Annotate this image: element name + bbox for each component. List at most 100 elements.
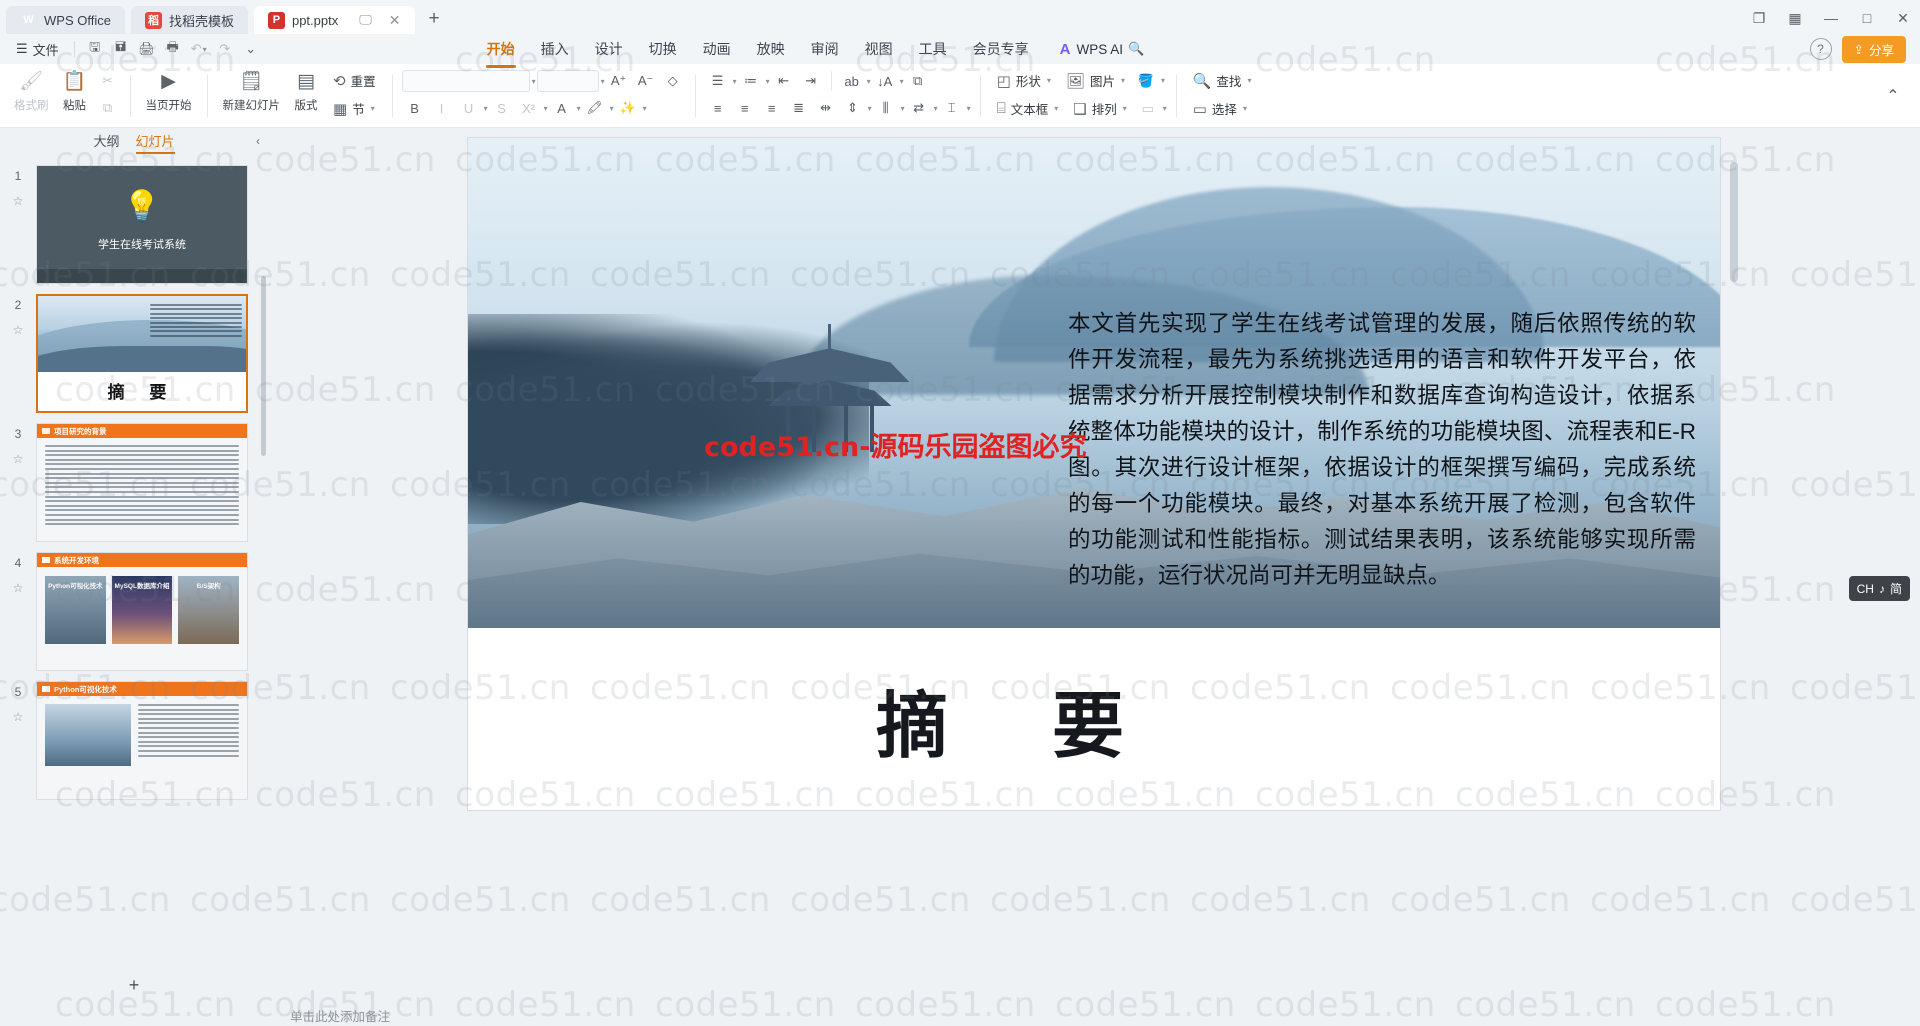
print-icon[interactable]: 🖨	[134, 38, 160, 60]
save-as-icon[interactable]: 🖬	[108, 38, 134, 60]
bold-button[interactable]: B	[402, 96, 428, 120]
underline-button[interactable]: U	[456, 96, 482, 120]
italic-button[interactable]: I	[429, 96, 455, 120]
star-icon[interactable]: ☆	[13, 452, 24, 466]
sort-icon[interactable]: ↓A	[872, 69, 898, 93]
slide-title[interactable]: 摘 要	[876, 667, 1166, 772]
window-tab-ppt-pptx[interactable]: P ppt.pptx 🖵 ✕	[253, 6, 415, 34]
section-button[interactable]: ▦ 节 ▾	[326, 96, 383, 121]
numbered-list-icon[interactable]: ≔	[738, 69, 764, 93]
ribbon-tab-tools[interactable]: 工具	[906, 35, 960, 64]
decrease-indent-icon[interactable]: ⇤	[771, 69, 797, 93]
font-color-icon[interactable]: A	[549, 96, 575, 120]
star-icon[interactable]: ☆	[13, 710, 24, 724]
app-grid-icon[interactable]: ▦	[1778, 5, 1812, 31]
notes-pane[interactable]: 单击此处添加备注	[0, 1000, 1920, 1026]
thumbnail-canvas[interactable]: 项目研究的背景	[36, 423, 248, 542]
slide-canvas[interactable]: 本文首先实现了学生在线考试管理的发展，随后依照传统的软件开发流程，最先为系统挑选…	[468, 138, 1720, 810]
ribbon-collapse-icon[interactable]: ⌃	[1880, 85, 1906, 107]
ribbon-tab-design[interactable]: 设计	[582, 35, 636, 64]
thumbnail-canvas[interactable]: 💡 学生在线考试系统	[36, 165, 248, 284]
distribute-icon[interactable]: ⇹	[813, 96, 839, 120]
fill-color-icon[interactable]: 🪣	[1133, 69, 1159, 93]
new-tab-button[interactable]: +	[421, 8, 450, 34]
collapse-panel-icon[interactable]: ‹	[256, 134, 260, 148]
wps-ai-button[interactable]: A WPS AI	[1060, 41, 1123, 58]
picture-button[interactable]: 🖼 图片 ▾	[1059, 68, 1132, 93]
thumbnail-canvas-selected[interactable]: 摘 要	[36, 294, 248, 413]
search-icon[interactable]: 🔍	[1123, 38, 1149, 60]
slide-body-text[interactable]: 本文首先实现了学生在线考试管理的发展，随后依照传统的软件开发流程，最先为系统挑选…	[1068, 306, 1696, 594]
copy-icon[interactable]: ⧉	[95, 96, 121, 120]
align-left-icon[interactable]: ≡	[705, 96, 731, 120]
increase-font-icon[interactable]: A⁺	[606, 69, 632, 93]
help-icon[interactable]: ?	[1809, 38, 1832, 60]
new-slide-button[interactable]: 🗒 新建幻灯片	[217, 66, 287, 113]
minimize-button[interactable]: ―	[1814, 5, 1848, 31]
ribbon-tab-member[interactable]: 会员专享	[960, 35, 1042, 64]
ime-language-pill[interactable]: CH ♪ 简	[1848, 576, 1910, 601]
highlight-icon[interactable]: 🖍	[582, 96, 608, 120]
select-button[interactable]: ▭ 选择 ▾	[1186, 96, 1259, 121]
undo-icon[interactable]: ↶ ▾	[186, 38, 212, 60]
arrange-button[interactable]: ❑ 排列 ▾	[1066, 96, 1133, 121]
strikethrough-button[interactable]: S	[489, 96, 515, 120]
shape-outline-icon[interactable]: ▭	[1135, 97, 1161, 121]
thumbnail-canvas[interactable]: 系统开发环境 Python可视化技术 MySQL数据库介绍 B/S架构	[36, 552, 248, 671]
slide-thumbnail-item[interactable]: 5 ☆ Python可视化技术	[0, 676, 268, 805]
ribbon-tab-transition[interactable]: 切换	[636, 35, 690, 64]
line-spacing-icon[interactable]: ⇕	[840, 96, 866, 120]
tab-outline[interactable]: 大纲	[93, 131, 119, 154]
paste-button[interactable]: 📋 粘贴	[55, 66, 95, 113]
ribbon-tab-home[interactable]: 开始	[474, 35, 528, 68]
redo-icon[interactable]: ↷	[212, 38, 238, 60]
slide-thumbnail-item[interactable]: 4 ☆ 系统开发环境 Python可视化技术 MySQL数据库介绍 B/S架构	[0, 547, 268, 676]
columns-icon[interactable]: ⫼	[873, 96, 899, 120]
layout-button[interactable]: ▤ 版式	[286, 66, 326, 113]
clear-format-icon[interactable]: ◇	[660, 69, 686, 93]
font-family-select[interactable]	[401, 70, 530, 92]
editor-vertical-scrollbar[interactable]	[1730, 162, 1738, 282]
align-text-icon[interactable]: ⌶	[939, 96, 965, 120]
add-slide-button[interactable]: +	[0, 970, 268, 1000]
customize-quick-access-icon[interactable]: ⌄	[238, 38, 264, 60]
window-restore-icon[interactable]: ❐	[1742, 5, 1776, 31]
ribbon-tab-slideshow[interactable]: 放映	[744, 35, 798, 64]
text-direction-icon[interactable]: ⇄	[906, 96, 932, 120]
textbox-button[interactable]: ⌸ 文本框 ▾	[990, 96, 1066, 121]
bullet-list-icon[interactable]: ☰	[705, 69, 731, 93]
smartart-icon[interactable]: ⧉	[905, 69, 931, 93]
save-icon[interactable]: 🖫	[82, 38, 108, 60]
decrease-font-icon[interactable]: A⁻	[633, 69, 659, 93]
tab-slides[interactable]: 幻灯片	[135, 131, 175, 154]
text-effect-icon[interactable]: ✨	[615, 96, 641, 120]
slide-thumbnail-item[interactable]: 2 ☆ 摘 要	[0, 289, 268, 418]
pinyin-guide-icon[interactable]: ab	[839, 69, 865, 93]
align-right-icon[interactable]: ≡	[759, 96, 785, 120]
slide-thumbnail-item[interactable]: 3 ☆ 项目研究的背景	[0, 418, 268, 547]
superscript-button[interactable]: X²	[516, 96, 542, 120]
window-tab-wps-office[interactable]: W WPS Office	[6, 6, 125, 34]
increase-indent-icon[interactable]: ⇥	[798, 69, 824, 93]
ribbon-tab-insert[interactable]: 插入	[528, 35, 582, 64]
file-menu-button[interactable]: ☰ 文件	[8, 40, 67, 59]
star-icon[interactable]: ☆	[13, 581, 24, 595]
thumbnail-canvas[interactable]: Python可视化技术	[36, 681, 248, 800]
align-center-icon[interactable]: ≡	[732, 96, 758, 120]
ribbon-tab-view[interactable]: 视图	[852, 35, 906, 64]
cut-icon[interactable]: ✂	[95, 69, 121, 93]
ribbon-tab-animation[interactable]: 动画	[690, 35, 744, 64]
reset-button[interactable]: ⟲ 重置	[326, 68, 383, 93]
format-painter-button[interactable]: 🖌 格式刷	[8, 66, 55, 113]
star-icon[interactable]: ☆	[13, 323, 24, 337]
thumbnail-scrollbar[interactable]	[261, 276, 266, 456]
close-button[interactable]: ✕	[1886, 5, 1920, 31]
play-from-current-button[interactable]: ▶ 当页开始	[140, 66, 198, 113]
slide-thumbnail-item[interactable]: 1 ☆ 💡 学生在线考试系统	[0, 160, 268, 289]
justify-icon[interactable]: ≣	[786, 96, 812, 120]
find-button[interactable]: 🔍 查找 ▾	[1186, 68, 1259, 93]
share-button[interactable]: ⇪ 分享	[1841, 35, 1906, 63]
star-icon[interactable]: ☆	[13, 194, 24, 208]
close-tab-icon[interactable]: ✕	[389, 12, 401, 29]
present-monitor-icon[interactable]: 🖵	[359, 12, 372, 28]
